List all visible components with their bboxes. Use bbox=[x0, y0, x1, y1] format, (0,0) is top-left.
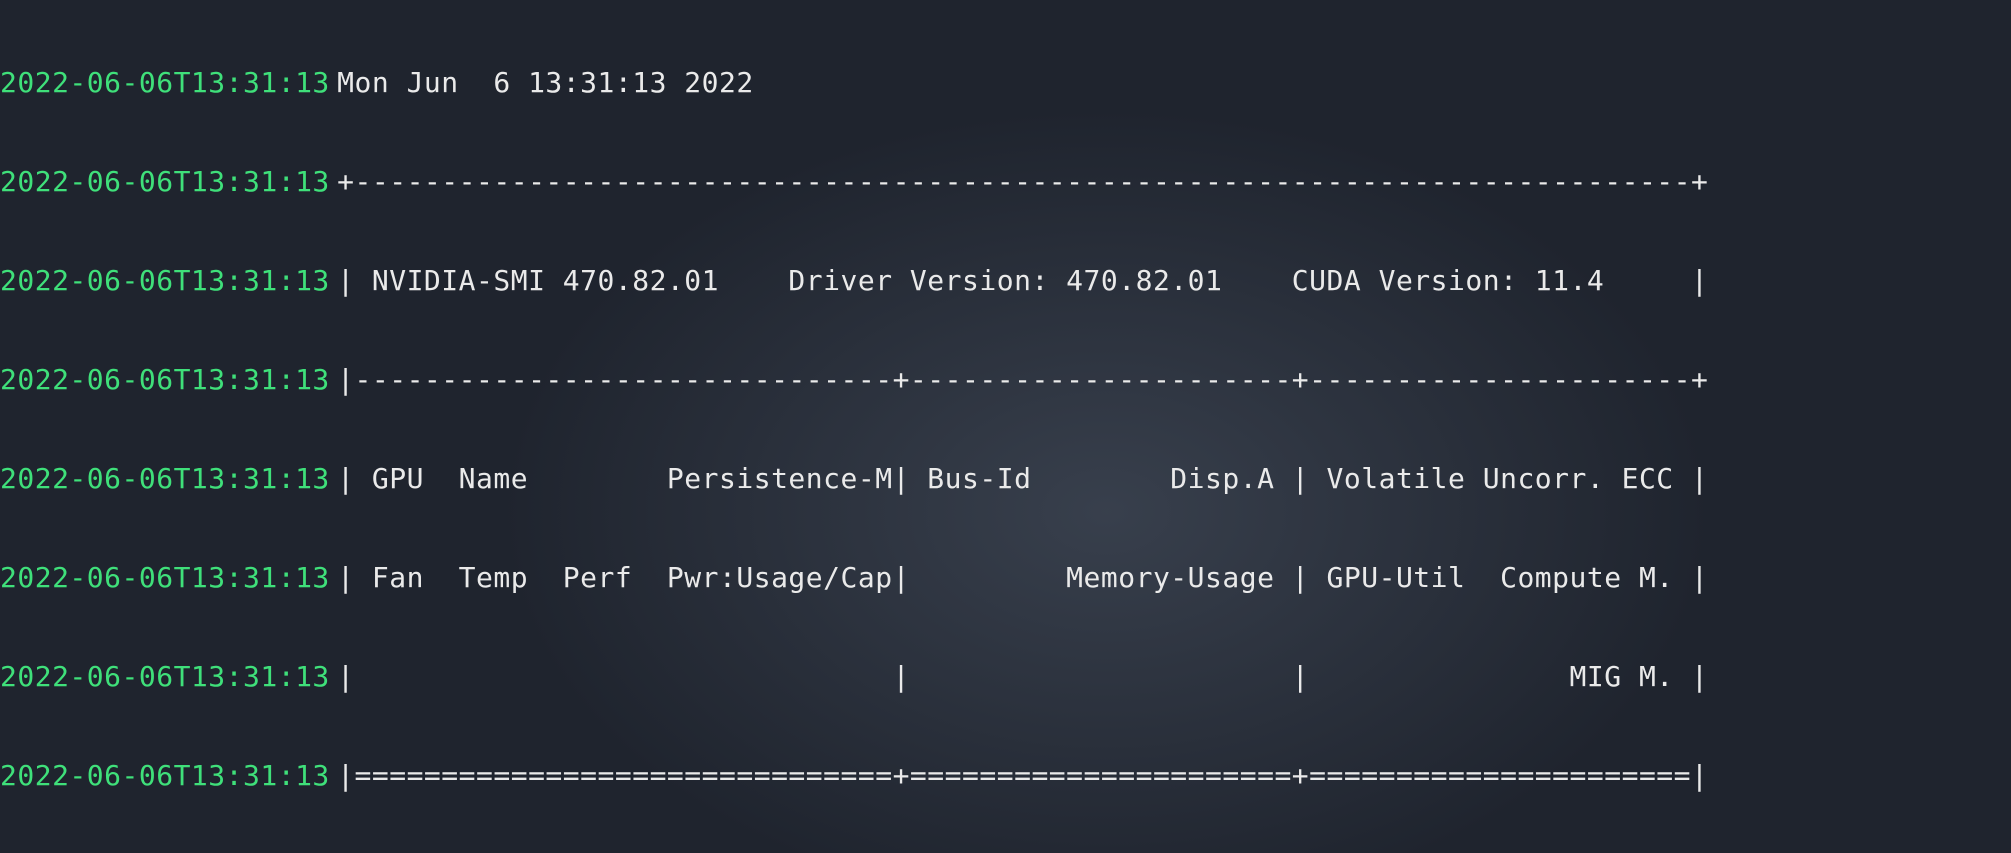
log-line: 2022-06-06T13:31:13|--------------------… bbox=[0, 363, 2011, 396]
line-text: | NVIDIA-SMI 470.82.01 Driver Version: 4… bbox=[337, 264, 1708, 297]
timestamp: 2022-06-06T13:31:13 bbox=[0, 561, 337, 594]
log-line: 2022-06-06T13:31:13+--------------------… bbox=[0, 165, 2011, 198]
log-line: 2022-06-06T13:31:13|====================… bbox=[0, 759, 2011, 792]
terminal-output[interactable]: 2022-06-06T13:31:13Mon Jun 6 13:31:13 20… bbox=[0, 0, 2011, 853]
line-text: +---------------------------------------… bbox=[337, 165, 1708, 198]
log-line: 2022-06-06T13:31:13Mon Jun 6 13:31:13 20… bbox=[0, 66, 2011, 99]
log-line: 2022-06-06T13:31:13| GPU Name Persistenc… bbox=[0, 462, 2011, 495]
line-text: Mon Jun 6 13:31:13 2022 bbox=[337, 66, 754, 99]
timestamp: 2022-06-06T13:31:13 bbox=[0, 660, 337, 693]
line-text: |-------------------------------+-------… bbox=[337, 363, 1708, 396]
line-text: | Fan Temp Perf Pwr:Usage/Cap| Memory-Us… bbox=[337, 561, 1708, 594]
log-line: 2022-06-06T13:31:13| NVIDIA-SMI 470.82.0… bbox=[0, 264, 2011, 297]
line-text: | | | MIG M. | bbox=[337, 660, 1708, 693]
line-text: |===============================+=======… bbox=[337, 759, 1708, 792]
timestamp: 2022-06-06T13:31:13 bbox=[0, 165, 337, 198]
timestamp: 2022-06-06T13:31:13 bbox=[0, 363, 337, 396]
timestamp: 2022-06-06T13:31:13 bbox=[0, 759, 337, 792]
timestamp: 2022-06-06T13:31:13 bbox=[0, 264, 337, 297]
line-text: | GPU Name Persistence-M| Bus-Id Disp.A … bbox=[337, 462, 1708, 495]
log-line: 2022-06-06T13:31:13| Fan Temp Perf Pwr:U… bbox=[0, 561, 2011, 594]
timestamp: 2022-06-06T13:31:13 bbox=[0, 462, 337, 495]
log-line: 2022-06-06T13:31:13| | | MIG M. | bbox=[0, 660, 2011, 693]
timestamp: 2022-06-06T13:31:13 bbox=[0, 66, 337, 99]
